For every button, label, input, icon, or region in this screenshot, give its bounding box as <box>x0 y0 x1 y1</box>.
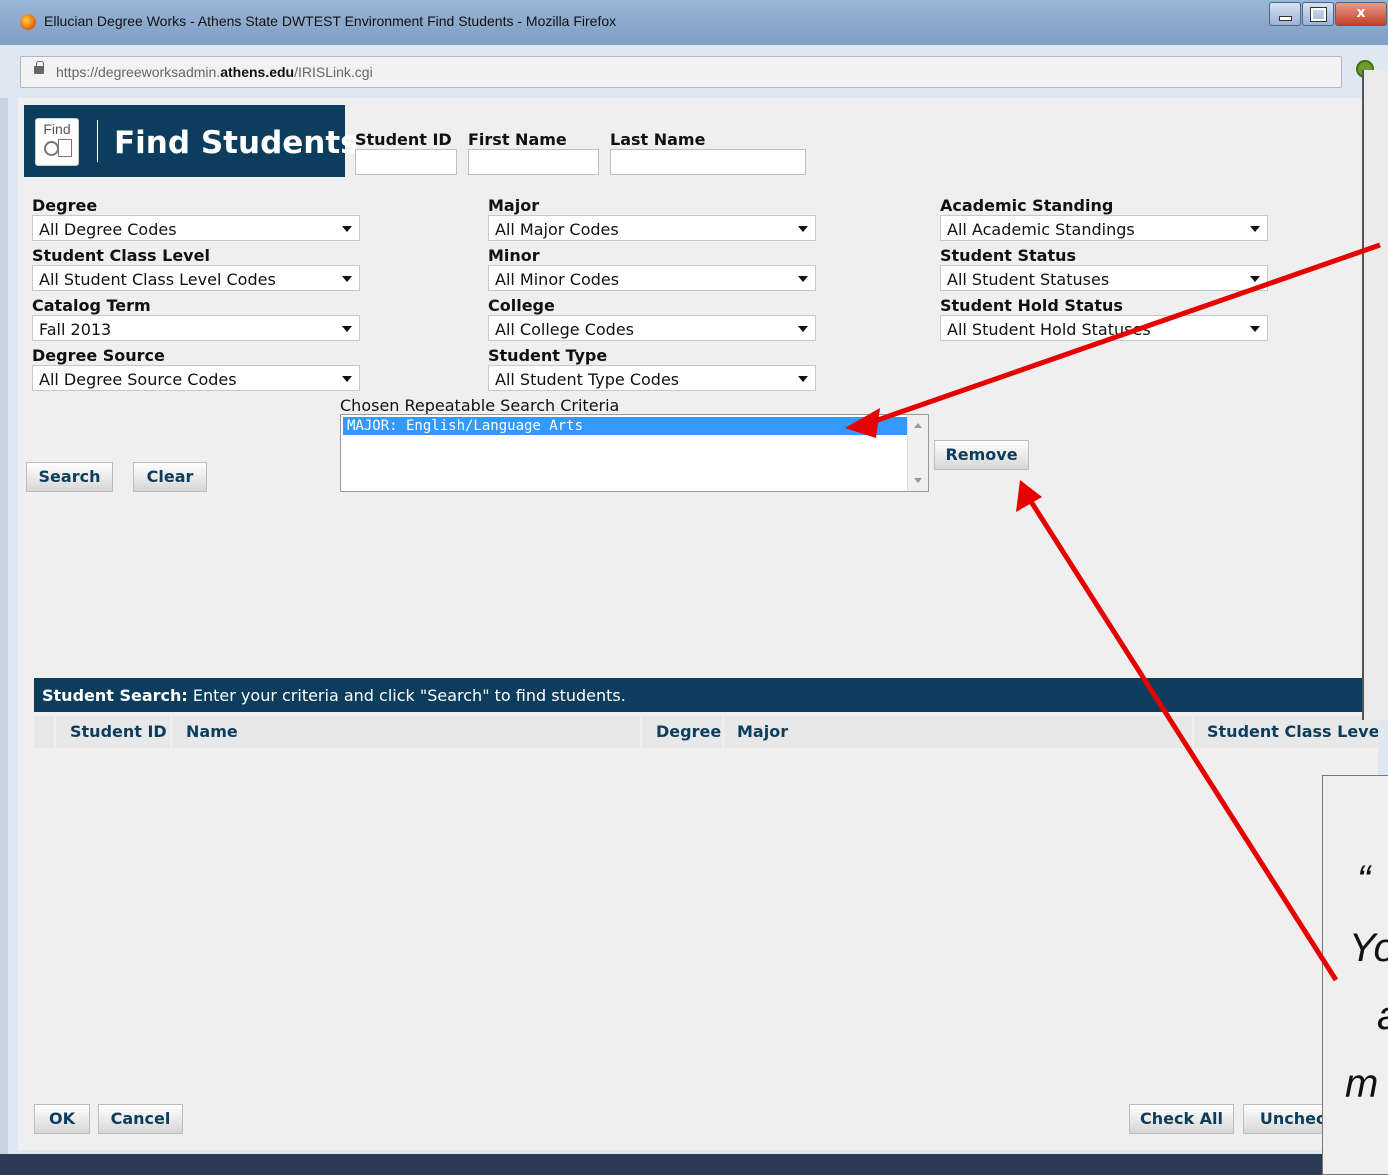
annotation-arrows <box>845 242 1381 982</box>
arrow-to-criteria <box>871 242 1381 425</box>
arrowhead-criteria <box>845 408 880 438</box>
arrowhead-remove <box>1016 480 1042 512</box>
arrow-to-remove <box>1027 498 1339 982</box>
browser-window: Ellucian Degree Works - Athens State DWT… <box>0 0 1388 1175</box>
